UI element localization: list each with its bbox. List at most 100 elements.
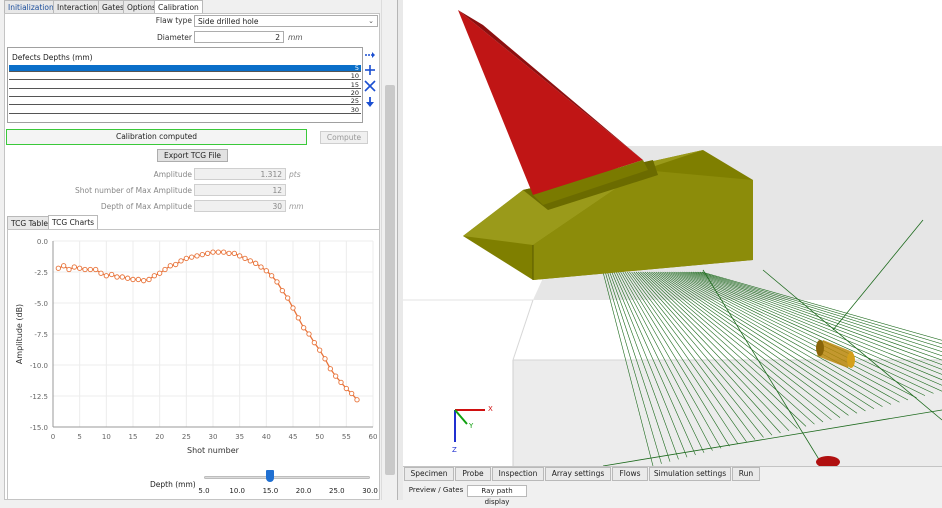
data-point: [258, 264, 264, 270]
data-point: [71, 264, 77, 270]
data-point: [253, 260, 259, 266]
flaw-type-label: Flaw type: [155, 16, 192, 25]
chart-panel: 0 5 10 15 20 25 30 35 40 45 50 55 60 0.0 -2.5 -5.0 -7.5 -…: [7, 229, 380, 500]
tab-simulation-settings[interactable]: Simulation settings: [649, 467, 731, 481]
y-axis-label: Amplitude (dB): [15, 304, 24, 364]
depth-slider-track[interactable]: [204, 476, 370, 479]
data-point: [333, 373, 339, 379]
tab-array-settings[interactable]: Array settings: [545, 467, 611, 481]
calibration-status: Calibration computed: [6, 129, 307, 145]
data-point: [141, 278, 147, 284]
data-point: [231, 250, 237, 257]
scene-3d: X Y Z: [403, 10, 942, 466]
defect-depth-row[interactable]: 10: [9, 73, 361, 81]
y-tick-label: -7.5: [34, 331, 48, 339]
slider-tick-label: 20.0: [295, 487, 312, 495]
data-point: [343, 385, 349, 392]
y-tick-label: -15.0: [30, 424, 48, 432]
diameter-label: Diameter: [156, 33, 192, 42]
scrollbar-thumb[interactable]: [385, 85, 395, 475]
data-point: [290, 305, 296, 311]
defect-depth-row[interactable]: 15: [9, 81, 361, 89]
data-point: [167, 263, 173, 269]
left-panel: Initialization Interactions Gates Option…: [0, 0, 398, 500]
tab-calibration[interactable]: Calibration: [154, 0, 203, 14]
tab-flows[interactable]: Flows: [612, 467, 648, 481]
delete-icon[interactable]: [364, 80, 376, 92]
data-point: [263, 268, 269, 274]
x-tick-label: 50: [315, 433, 324, 441]
arrow-down-icon[interactable]: [365, 96, 375, 108]
axis-y-label: Y: [468, 422, 474, 430]
tab-probe[interactable]: Probe: [455, 467, 491, 481]
tab-run[interactable]: Run: [732, 467, 760, 481]
y-tick-label: -5.0: [34, 300, 48, 308]
data-point: [162, 266, 168, 273]
x-tick-label: 5: [77, 433, 81, 441]
tab-tcg-table[interactable]: TCG Table: [7, 216, 52, 229]
tab-inspection[interactable]: Inspection: [492, 467, 544, 481]
y-tick-label: -2.5: [34, 269, 48, 277]
data-point: [322, 356, 328, 362]
shot-max-field: 12: [194, 184, 286, 196]
diameter-input[interactable]: 2: [194, 31, 284, 43]
slider-tick-label: 15.0: [262, 487, 279, 495]
data-point: [183, 255, 189, 262]
data-point: [157, 270, 163, 276]
axis-x-label: X: [488, 405, 493, 413]
data-point: [295, 315, 301, 321]
data-point: [55, 265, 61, 271]
data-point: [269, 273, 275, 279]
defect-depth-row[interactable]: 30: [9, 106, 361, 114]
data-point: [237, 253, 243, 259]
arrow-right-icon[interactable]: [364, 50, 376, 60]
tab-initialization[interactable]: Initialization: [4, 0, 58, 13]
data-point: [301, 325, 307, 331]
data-point: [210, 249, 216, 255]
data-point: [226, 250, 232, 257]
amplitude-field: 1.312: [194, 168, 286, 180]
tab-ray-path-display[interactable]: Ray path display: [467, 485, 527, 506]
viewport-3d[interactable]: X Y Z: [403, 0, 942, 466]
flaw-type-select[interactable]: Side drilled hole ⌄: [194, 15, 378, 27]
axis-z-label: Z: [452, 446, 457, 454]
tab-tcg-charts[interactable]: TCG Charts: [48, 215, 99, 229]
depth-slider-handle[interactable]: [266, 470, 275, 482]
data-point: [285, 295, 291, 301]
x-tick-label: 60: [369, 433, 378, 441]
scrollbar[interactable]: [381, 0, 397, 500]
defect-depth-row[interactable]: 20: [9, 89, 361, 97]
data-point: [247, 258, 253, 264]
x-tick-label: 30: [209, 433, 218, 441]
data-point: [87, 266, 93, 273]
compute-button[interactable]: Compute: [320, 131, 368, 144]
export-tcg-button[interactable]: Export TCG File: [157, 149, 228, 162]
data-point: [338, 379, 344, 386]
data-point: [215, 249, 221, 255]
tab-preview-gates[interactable]: Preview / Gates: [406, 485, 466, 497]
data-point: [279, 287, 285, 294]
data-point: [242, 255, 248, 262]
data-point: [151, 273, 157, 279]
x-tick-label: 0: [51, 433, 55, 441]
data-point: [135, 276, 141, 283]
data-point: [125, 275, 131, 281]
slider-tick-label: 10.0: [229, 487, 245, 495]
defect-depth-row[interactable]: 5: [9, 65, 361, 72]
data-point: [354, 397, 360, 403]
x-tick-label: 10: [102, 433, 111, 441]
data-point: [205, 250, 211, 257]
tab-specimen[interactable]: Specimen: [404, 467, 454, 481]
slider-tick-label: 25.0: [329, 487, 345, 495]
depth-max-field: 30: [194, 200, 286, 212]
add-icon[interactable]: [364, 64, 376, 76]
defect-depth-row[interactable]: 25: [9, 98, 361, 106]
data-point: [349, 390, 355, 397]
depth-max-unit: mm: [289, 202, 304, 211]
slider-tick-label: 5.0: [198, 487, 210, 495]
data-point: [93, 266, 99, 273]
x-tick-label: 35: [235, 433, 244, 441]
slider-label: Depth (mm): [150, 480, 196, 489]
diameter-unit: mm: [288, 33, 303, 42]
data-point: [109, 271, 115, 278]
